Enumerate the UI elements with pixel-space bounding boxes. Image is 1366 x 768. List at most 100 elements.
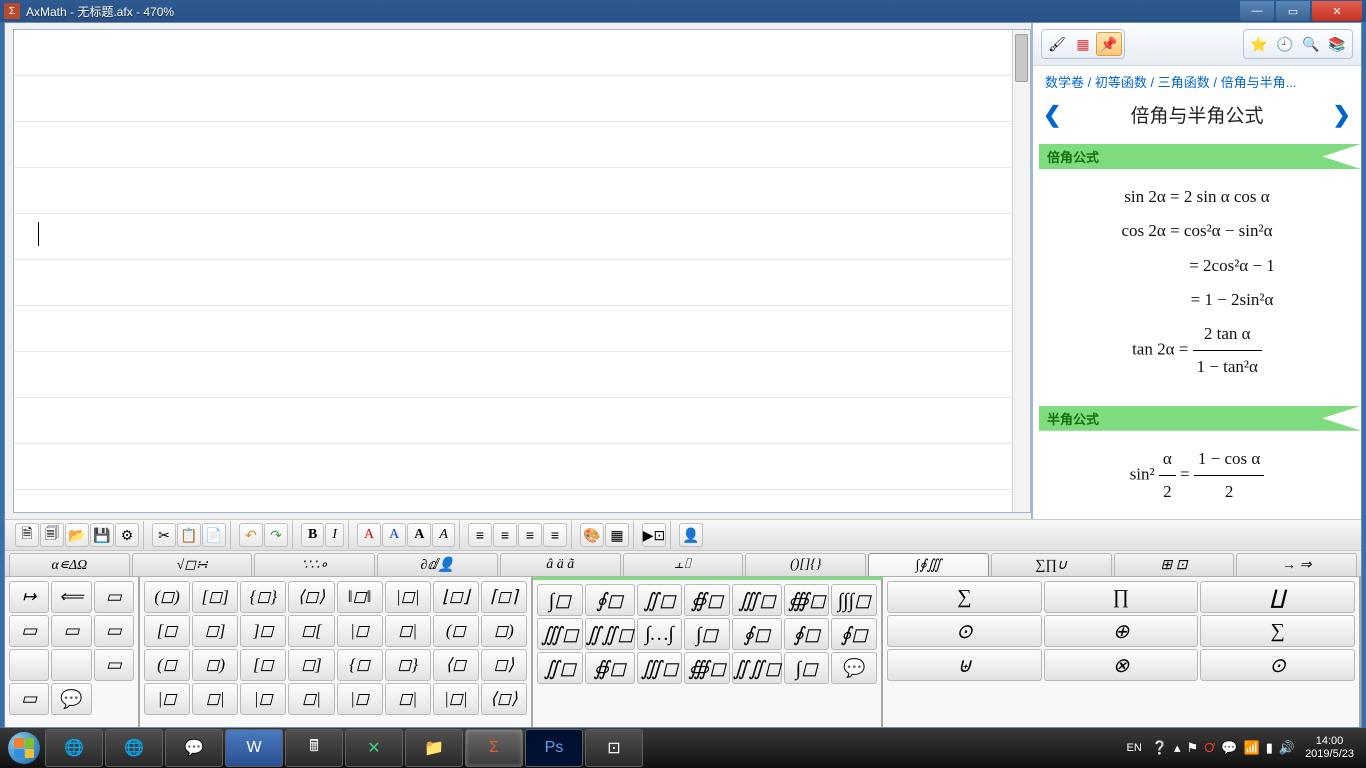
palette-item[interactable]: ]◻ — [240, 615, 286, 647]
palette-item[interactable]: ∭◻ — [732, 584, 782, 616]
palette-item[interactable]: ↦ — [9, 581, 49, 613]
palette-item[interactable] — [51, 649, 91, 681]
palette-item[interactable]: ∬∬◻ — [732, 652, 782, 684]
breadcrumb[interactable]: 数学卷 / 初等函数 / 三角函数 / 倍角与半角... — [1033, 66, 1361, 97]
taskbar-photoshop[interactable]: Ps — [525, 729, 583, 767]
help-icon[interactable]: 👤 — [679, 523, 703, 547]
tray-chat-icon[interactable]: 💬 — [1221, 740, 1237, 756]
palette-item[interactable]: ∬◻ — [637, 584, 683, 616]
tray-lang[interactable]: EN — [1127, 742, 1142, 754]
bold-button[interactable]: B — [301, 523, 324, 547]
palette-item[interactable]: ▭ — [9, 615, 49, 647]
palette-item[interactable]: ◻| — [288, 683, 334, 715]
palette-item[interactable]: ▭ — [9, 683, 49, 715]
palette-item[interactable]: |◻| — [385, 581, 431, 613]
run-icon[interactable]: ▶⊡ — [642, 523, 666, 547]
palette-item[interactable]: |◻ — [337, 615, 383, 647]
palette-item[interactable]: (◻ — [433, 615, 479, 647]
tab-sum[interactable]: ∑∏∪ — [991, 553, 1112, 576]
palette-item[interactable]: [◻ — [144, 615, 190, 647]
palette-item[interactable]: 💬 — [831, 652, 877, 684]
editor-scrollbar[interactable] — [1012, 30, 1030, 512]
nav-next-icon[interactable]: ❯ — [1333, 102, 1351, 128]
copy2-icon[interactable]: 📋 — [177, 523, 201, 547]
palette-item[interactable]: ⊙ — [887, 615, 1042, 647]
palette-item[interactable]: ∏ — [1044, 581, 1199, 613]
palette-item[interactable]: ⌊◻⌋ — [433, 581, 479, 613]
tray-help-icon[interactable]: ❔ — [1152, 740, 1168, 756]
taskbar-chrome1[interactable]: 🌐 — [45, 729, 103, 767]
tray-wifi-icon[interactable]: 📶 — [1244, 740, 1260, 756]
palette-item[interactable]: {◻ — [337, 649, 383, 681]
tab-matrix[interactable]: ⊞ ⊡ — [1114, 553, 1235, 576]
palette-item[interactable]: (◻ — [144, 649, 190, 681]
tool-pin-icon[interactable]: 📌 — [1096, 32, 1122, 56]
palette-item[interactable]: [◻ — [240, 649, 286, 681]
palette-item[interactable]: ∑ — [887, 581, 1042, 613]
taskbar-app2[interactable]: ⊡ — [585, 729, 643, 767]
palette-item[interactable]: ⟸ — [51, 581, 91, 613]
taskbar-explorer[interactable]: 📁 — [405, 729, 463, 767]
palette-item[interactable]: ▭ — [51, 615, 91, 647]
align-center-icon[interactable]: ≡ — [493, 523, 517, 547]
palette-item[interactable]: ∮◻ — [831, 618, 877, 650]
palette-item[interactable]: |◻| — [433, 683, 479, 715]
palette-item[interactable]: |◻ — [337, 683, 383, 715]
palette-item[interactable]: ∫◻ — [784, 652, 830, 684]
palette-item[interactable]: ∮◻ — [585, 584, 635, 616]
palette-item[interactable]: ∰◻ — [684, 652, 730, 684]
palette-item[interactable]: ∬∬◻ — [585, 618, 635, 650]
palette-item[interactable]: 💬 — [51, 683, 91, 715]
taskbar-chrome2[interactable]: 🌐 — [105, 729, 163, 767]
tray-flag-icon[interactable]: ⚑ — [1187, 740, 1199, 756]
font-a3[interactable]: A — [407, 523, 431, 547]
tab-accent[interactable]: â ä ã — [500, 553, 621, 576]
start-button[interactable] — [4, 728, 44, 768]
palette-item[interactable]: ∑ — [1200, 615, 1355, 647]
tab-greek[interactable]: α∊ΔΩ — [9, 553, 130, 576]
editor-content[interactable] — [14, 30, 1030, 512]
palette-item[interactable]: ◻| — [385, 683, 431, 715]
palette-item[interactable]: ‖◻‖ — [337, 581, 383, 613]
palette-item[interactable]: ⟨◻⟩ — [481, 683, 527, 715]
align-justify-icon[interactable]: ≡ — [543, 523, 567, 547]
tool-brush-icon[interactable]: 🖌 — [1044, 32, 1070, 56]
palette-item[interactable]: {◻} — [240, 581, 286, 613]
cut-icon[interactable]: ✂ — [152, 523, 176, 547]
palette-item[interactable]: ◻| — [385, 615, 431, 647]
palette-item[interactable]: ⊙ — [1200, 649, 1355, 681]
palette-item[interactable]: ∯◻ — [684, 584, 730, 616]
palette-item[interactable]: ▭ — [94, 581, 134, 613]
scrollbar-thumb[interactable] — [1015, 34, 1028, 82]
open-icon[interactable]: 📂 — [65, 523, 89, 547]
palette-item[interactable]: ∫∫∫◻ — [831, 584, 877, 616]
taskbar-wechat[interactable]: 💬 — [165, 729, 223, 767]
palette-item[interactable]: ◻⟩ — [481, 649, 527, 681]
palette-item[interactable]: ∐ — [1200, 581, 1355, 613]
minimize-button[interactable]: — — [1240, 1, 1274, 21]
palette-item[interactable]: ∫◻ — [684, 618, 730, 650]
taskbar-word[interactable]: W — [225, 729, 283, 767]
align-left-icon[interactable]: ≡ — [468, 523, 492, 547]
palette-item[interactable]: ∮◻ — [732, 618, 782, 650]
palette-item[interactable]: ∰◻ — [784, 584, 830, 616]
palette-item[interactable]: ◻} — [385, 649, 431, 681]
tray-clock[interactable]: 14:00 2019/5/23 — [1305, 735, 1354, 761]
palette-item[interactable]: ◻] — [288, 649, 334, 681]
palette-item[interactable]: ▭ — [94, 615, 134, 647]
palette-item[interactable]: [◻] — [192, 581, 238, 613]
font-a1[interactable]: A — [357, 523, 381, 547]
paste-icon[interactable]: 📄 — [202, 523, 226, 547]
palette-item[interactable]: ∫…∫ — [637, 618, 683, 650]
copy-icon[interactable]: 🗐 — [40, 523, 64, 547]
tab-integral[interactable]: ∫∮∭ — [868, 553, 989, 576]
tool-books-icon[interactable]: 📚 — [1324, 32, 1350, 56]
tool-clock-icon[interactable]: 🕘 — [1272, 32, 1298, 56]
tab-dots[interactable]: ∵∴∘ — [254, 553, 375, 576]
tray-battery-icon[interactable]: ▮ — [1266, 740, 1273, 756]
undo-icon[interactable]: ↶ — [239, 523, 263, 547]
palette-icon[interactable]: ▦ — [605, 523, 629, 547]
tab-radical[interactable]: √◻∺ — [132, 553, 253, 576]
palette-item[interactable]: ◻) — [481, 615, 527, 647]
palette-item[interactable]: ⊕ — [1044, 615, 1199, 647]
